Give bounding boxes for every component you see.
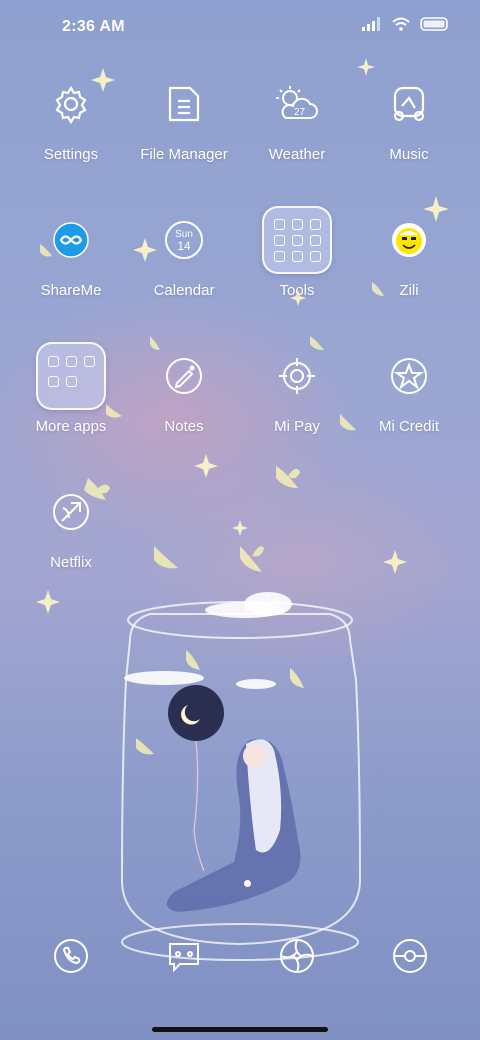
mini-app-icon xyxy=(291,250,303,262)
mini-app-icon xyxy=(309,218,321,230)
mini-app-icon xyxy=(309,234,321,246)
app-label: Netflix xyxy=(50,554,92,571)
dock-phone[interactable] xyxy=(45,930,97,982)
gear-icon xyxy=(35,68,107,140)
dock-camera[interactable] xyxy=(384,930,436,982)
dock-messages[interactable] xyxy=(158,930,210,982)
signal-icon xyxy=(362,17,380,31)
wifi-icon xyxy=(392,17,410,31)
mini-app-icon xyxy=(83,356,95,368)
app-mi-pay[interactable]: Mi Pay xyxy=(242,340,352,435)
camera-lens-icon xyxy=(393,939,427,973)
mini-app-icon xyxy=(47,375,59,387)
status-icons xyxy=(362,17,450,31)
mini-app-icon xyxy=(309,250,321,262)
calendar-icon: Sun 14 xyxy=(148,204,220,276)
zili-smiley-icon xyxy=(373,204,445,276)
mini-app-icon xyxy=(273,218,285,230)
home-indicator[interactable] xyxy=(152,1027,328,1032)
battery-icon xyxy=(420,17,448,31)
notes-pen-icon xyxy=(148,340,220,412)
browser-aperture-icon xyxy=(280,939,314,973)
dock xyxy=(0,930,480,982)
mini-app-icon xyxy=(65,375,77,387)
mini-app-icon xyxy=(273,234,285,246)
netflix-icon xyxy=(35,476,107,548)
crosshair-pay-icon xyxy=(261,340,333,412)
app-zili[interactable]: Zili xyxy=(354,204,464,299)
app-label: More apps xyxy=(35,418,107,435)
app-label: Mi Pay xyxy=(274,418,320,435)
folder-file-icon xyxy=(148,68,220,140)
app-shareme[interactable]: ShareMe xyxy=(16,204,126,299)
app-netflix[interactable]: Netflix xyxy=(16,476,126,571)
mini-app-icon xyxy=(291,234,303,246)
app-calendar[interactable]: Sun 14 Calendar xyxy=(129,204,239,299)
page-indicator xyxy=(244,880,251,887)
app-label: Settings xyxy=(43,146,99,163)
app-notes[interactable]: Notes xyxy=(129,340,239,435)
message-icon xyxy=(169,943,199,973)
app-label: Notes xyxy=(164,418,204,435)
status-bar: 2:36 AM xyxy=(0,0,480,56)
music-note-icon xyxy=(373,68,445,140)
app-label: Calendar xyxy=(153,282,215,299)
app-label: File Manager xyxy=(140,146,228,163)
tools-folder-icon xyxy=(261,204,333,276)
app-label: Tools xyxy=(279,282,315,299)
app-label: Music xyxy=(389,146,429,163)
dock-browser[interactable] xyxy=(271,930,323,982)
app-weather[interactable]: 27 Weather xyxy=(242,68,352,163)
folder-more-apps[interactable]: More apps xyxy=(16,340,126,435)
app-file-manager[interactable]: File Manager xyxy=(129,68,239,163)
weather-cloud-sun-icon: 27 xyxy=(261,68,333,140)
mini-app-icon xyxy=(47,356,59,368)
app-settings[interactable]: Settings xyxy=(16,68,126,163)
app-mi-credit[interactable]: Mi Credit xyxy=(354,340,464,435)
app-label: ShareMe xyxy=(40,282,102,299)
mini-app-icon xyxy=(291,218,303,230)
app-label: Zili xyxy=(399,282,419,299)
app-label: Mi Credit xyxy=(378,418,439,435)
app-music[interactable]: Music xyxy=(354,68,464,163)
status-time: 2:36 AM xyxy=(62,18,125,35)
folder-tools[interactable]: Tools xyxy=(242,204,352,299)
calendar-date: 14 xyxy=(177,239,191,253)
star-credit-icon xyxy=(373,340,445,412)
mini-app-icon xyxy=(273,250,285,262)
phone-icon xyxy=(54,939,88,973)
mini-app-icon xyxy=(65,356,77,368)
more-apps-folder-icon xyxy=(35,340,107,412)
app-label: Weather xyxy=(268,146,326,163)
weather-temp: 27 xyxy=(294,107,306,118)
shareme-infinity-icon xyxy=(35,204,107,276)
